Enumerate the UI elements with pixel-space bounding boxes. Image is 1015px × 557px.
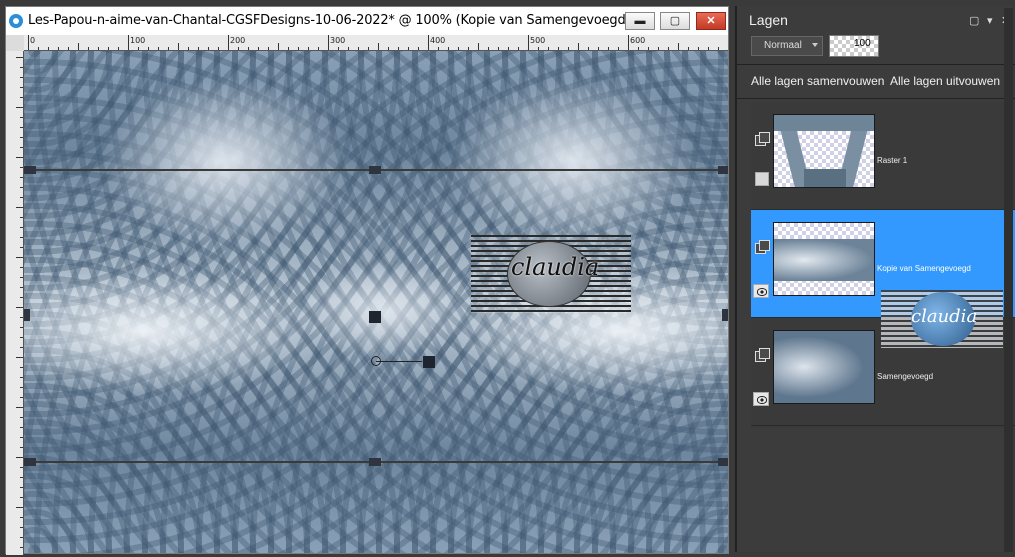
transform-handle-tr[interactable] <box>718 166 728 174</box>
ruler-vertical[interactable] <box>6 51 24 555</box>
ruler-label: 100 <box>130 36 146 45</box>
drag-preview-text: claudia <box>911 306 978 327</box>
layer-name: Kopie van Samengevoegd <box>877 264 971 273</box>
ruler-tick <box>628 35 629 50</box>
panel-divider <box>737 98 1015 99</box>
app-icon <box>9 14 23 28</box>
blend-mode-select[interactable]: Normaal <box>751 36 823 56</box>
layer-visibility-checkbox[interactable] <box>755 172 769 186</box>
document-titlebar[interactable]: Les-Papou-n-aime-van-Chantal-CGSFDesigns… <box>6 7 728 35</box>
ruler-corner <box>6 35 24 51</box>
ruler-label: 0 <box>30 36 36 45</box>
rotation-handle[interactable] <box>423 356 435 368</box>
transform-handle-ml[interactable] <box>24 309 30 321</box>
transform-handle-mr[interactable] <box>722 309 728 321</box>
ruler-tick <box>678 43 679 50</box>
blend-mode-value: Normaal <box>764 40 802 51</box>
panel-divider <box>737 64 1015 65</box>
rotation-arm <box>376 361 422 362</box>
ruler-tick <box>16 57 23 58</box>
ruler-tick <box>78 43 79 50</box>
ruler-tick <box>128 35 129 50</box>
ruler-label: 400 <box>430 36 446 45</box>
panel-maximize-icon[interactable]: ▢ <box>969 14 979 27</box>
ruler-tick <box>578 43 579 50</box>
opacity-value: 100 <box>854 38 871 49</box>
ruler-label: 300 <box>330 36 346 45</box>
transform-handle-bl[interactable] <box>24 458 36 466</box>
layer-name: Samengevoegd <box>877 372 934 381</box>
transform-handle-tc[interactable] <box>369 166 381 174</box>
layer-thumbnail <box>773 114 875 188</box>
expand-all-layers-button[interactable]: Alle lagen uitvouwen <box>890 74 1000 88</box>
transform-handle-center[interactable] <box>369 311 381 323</box>
chevron-down-icon <box>812 43 818 47</box>
transform-handle-bc[interactable] <box>369 458 381 466</box>
watermark-image: claudia <box>471 235 631 313</box>
ruler-label: 200 <box>230 36 246 45</box>
ruler-tick <box>16 507 23 508</box>
document-window: Les-Papou-n-aime-van-Chantal-CGSFDesigns… <box>5 6 729 555</box>
ruler-tick <box>278 43 279 50</box>
ruler-tick <box>16 107 23 108</box>
ruler-label: 500 <box>530 36 546 45</box>
layers-panel-title: Lagen <box>749 12 788 28</box>
ruler-tick <box>528 35 529 50</box>
close-button[interactable]: ✕ <box>696 12 726 30</box>
maximize-button[interactable]: ▢ <box>660 12 690 30</box>
collapse-all-layers-button[interactable]: Alle lagen samenvouwen <box>751 74 884 88</box>
ruler-tick <box>428 35 429 50</box>
ruler-tick <box>28 35 29 50</box>
minimize-button[interactable]: ▬ <box>625 12 655 30</box>
watermark-text: claudia <box>511 253 600 281</box>
eye-icon[interactable] <box>753 284 769 298</box>
ruler-tick <box>478 43 479 50</box>
ruler-tick <box>16 157 23 158</box>
app-root: Les-Papou-n-aime-van-Chantal-CGSFDesigns… <box>0 0 1015 557</box>
ruler-tick <box>16 357 23 358</box>
ruler-tick <box>16 307 23 308</box>
layer-thumbnail <box>773 222 875 296</box>
ruler-tick <box>328 35 329 50</box>
ruler-tick <box>228 35 229 50</box>
panel-menu-icon[interactable]: ▾ <box>987 14 993 27</box>
ruler-horizontal[interactable]: 0 100 200 300 400 500 600 <box>24 35 728 51</box>
ruler-label: 600 <box>630 36 646 45</box>
drag-preview-image: claudia <box>881 290 1003 348</box>
layers-panel: Lagen ▢ ▾ ✕ Normaal 100 Alle lagen samen… <box>735 6 1015 552</box>
panel-scrollbar[interactable] <box>1004 8 1013 552</box>
layer-row-raster-1[interactable]: Raster 1 <box>751 102 1015 210</box>
image-canvas[interactable]: claudia <box>24 51 728 553</box>
opacity-field[interactable]: 100 <box>829 35 879 57</box>
transform-handle-tl[interactable] <box>24 166 36 174</box>
layer-group-icon[interactable] <box>755 132 770 146</box>
ruler-tick <box>16 207 23 208</box>
ruler-tick <box>16 257 23 258</box>
layer-group-icon[interactable] <box>755 348 770 362</box>
ruler-tick <box>16 457 23 458</box>
layer-group-icon[interactable] <box>755 240 770 254</box>
ruler-tick <box>16 407 23 408</box>
ruler-tick <box>378 43 379 50</box>
layers-list: Raster 1 Kopie van Samengevoegd Samengev… <box>751 102 1015 428</box>
ruler-tick <box>178 43 179 50</box>
eye-icon[interactable] <box>753 392 769 406</box>
layer-name: Raster 1 <box>877 156 908 165</box>
layer-thumbnail <box>773 330 875 404</box>
transform-handle-br[interactable] <box>718 458 728 466</box>
rotation-pivot[interactable] <box>371 356 381 366</box>
document-title: Les-Papou-n-aime-van-Chantal-CGSFDesigns… <box>28 13 631 28</box>
